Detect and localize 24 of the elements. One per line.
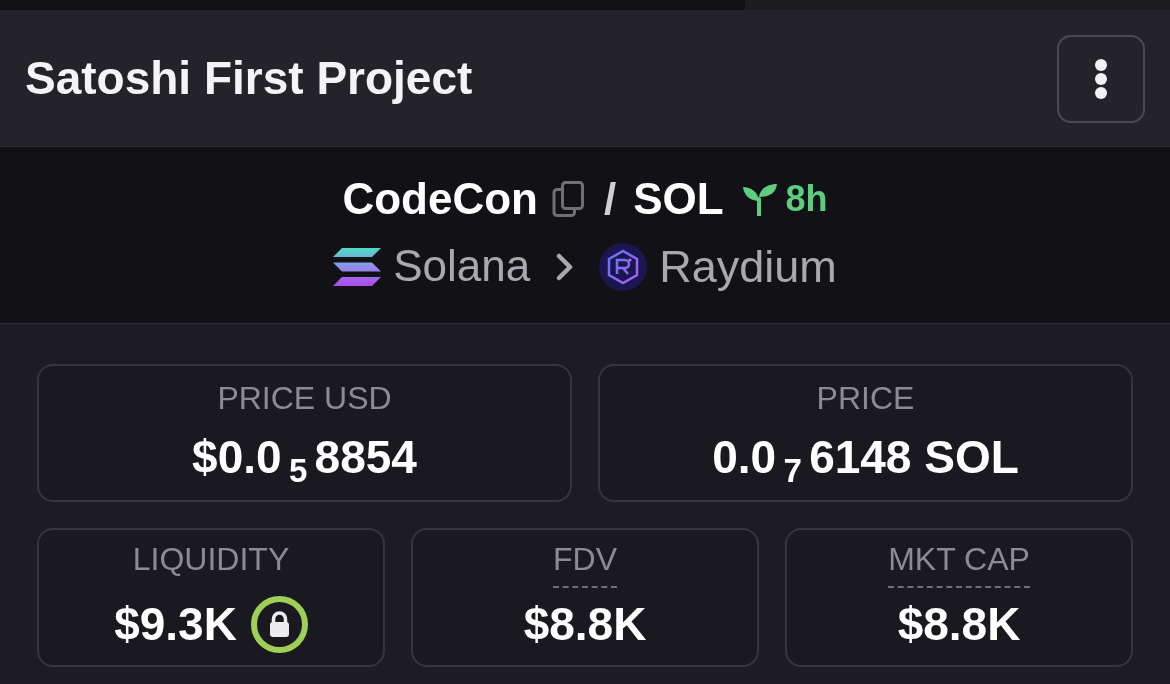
card-label: PRICE USD xyxy=(217,380,392,417)
dex-name: Raydium xyxy=(659,239,837,294)
card-label: FDV xyxy=(553,541,617,588)
chevron-right-icon xyxy=(556,252,574,281)
card-label: MKT CAP xyxy=(888,541,1030,588)
solana-logo-icon xyxy=(333,247,382,286)
stat-value: $9.3K xyxy=(114,597,237,651)
quote-token-name: SOL xyxy=(633,173,724,225)
hexagon-logo-icon xyxy=(599,242,648,291)
copy-icon[interactable] xyxy=(551,181,584,218)
pair-separator: / xyxy=(603,174,617,225)
pair-age: 8h xyxy=(785,178,828,221)
menu-button[interactable] xyxy=(1057,35,1145,123)
stat-value: $8.8K xyxy=(897,597,1021,651)
chain-name: Solana xyxy=(393,240,531,293)
base-token-name: CodeCon xyxy=(342,173,538,225)
card-label: LIQUIDITY xyxy=(132,541,290,579)
page-title: Satoshi First Project xyxy=(25,51,473,105)
more-vertical-icon xyxy=(1094,58,1108,100)
price-value: $0.0$_{5}$8854 xyxy=(192,430,417,484)
stat-value: $8.8K xyxy=(523,597,647,651)
sprout-icon xyxy=(741,182,778,217)
price-value: 0.0$_{7}$6148 SOL xyxy=(712,430,1019,484)
card-label: PRICE xyxy=(816,380,915,417)
